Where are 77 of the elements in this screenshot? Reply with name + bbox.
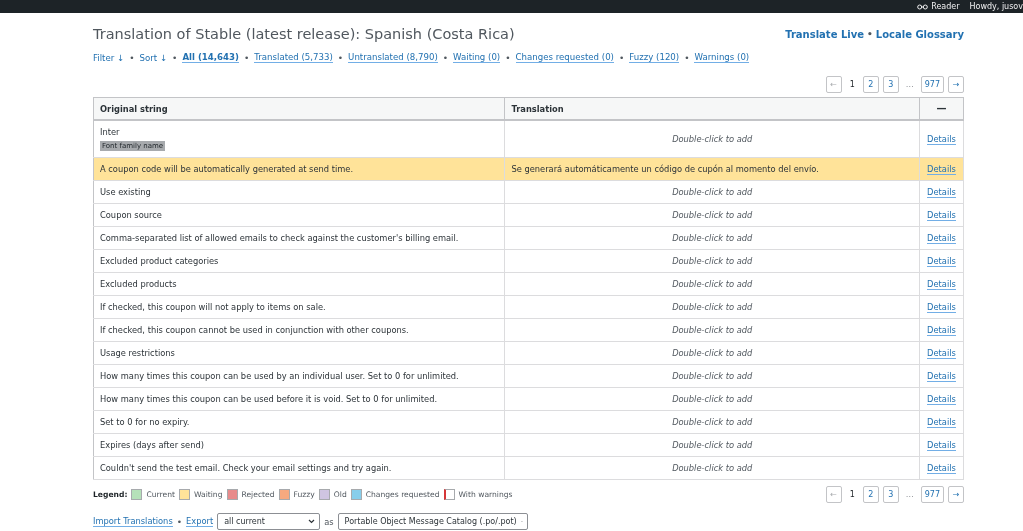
original-string: Usage restrictions	[100, 348, 176, 358]
page-button[interactable]: 977	[920, 486, 944, 503]
separator-dot: •	[243, 52, 250, 63]
status-count-link[interactable]: Fuzzy (120)	[629, 52, 680, 63]
dropdown-link[interactable]: Sort ↓	[139, 52, 168, 63]
current-page: 1	[848, 490, 856, 499]
original-string: Inter	[100, 127, 121, 137]
original-string: Comma-separated list of allowed emails to check against the customer's billing email.	[100, 233, 460, 243]
add-translation-hint: Double-click to add	[671, 371, 754, 381]
page-button[interactable]: 3	[882, 76, 899, 93]
header-link[interactable]: Locale Glossary	[875, 28, 964, 40]
next-page-button[interactable]: →	[948, 486, 964, 503]
original-string: Coupon source	[100, 210, 163, 220]
status-count-link[interactable]: Waiting (0)	[453, 52, 501, 63]
reader-link[interactable]: Reader	[917, 2, 960, 11]
status-count-link[interactable]: Translated (5,733)	[254, 52, 333, 63]
import-link[interactable]: Import Translations	[93, 516, 173, 527]
status-count-link[interactable]: Warnings (0)	[694, 52, 750, 63]
separator-dot: •	[337, 52, 344, 63]
original-string: Use existing	[100, 187, 152, 197]
add-translation-hint: Double-click to add	[671, 279, 754, 289]
add-translation-hint: Double-click to add	[671, 348, 754, 358]
original-string: How many times this coupon can be used before it is void. Set to 0 for unlimited.	[100, 394, 439, 404]
separator-dot: •	[684, 52, 690, 63]
page-button[interactable]: 977	[920, 76, 944, 93]
page-title: Translation of Stable (latest release): Spanish (Costa Rica)	[93, 26, 515, 42]
page-button[interactable]: 2	[862, 486, 879, 503]
reader-label[interactable]: Reader	[931, 2, 960, 11]
original-string: How many times this coupon can be used by an individual user. Set to 0 for unlimited.	[100, 371, 460, 381]
format-select[interactable]: Portable Object Message Catalog (.po/.pot)	[337, 513, 528, 530]
separator-dot: •	[442, 52, 449, 63]
next-page-button[interactable]: →	[948, 76, 964, 93]
add-translation-hint: Double-click to add	[671, 302, 754, 312]
translation-text: Se generará automáticamente un código de cupón al momento del envío.	[511, 164, 820, 174]
page-button[interactable]: 2	[862, 76, 879, 93]
status-count-link[interactable]: Untranslated (8,790)	[348, 52, 438, 63]
user-greeting[interactable]: Howdy, jusov	[969, 2, 1023, 11]
status-count-link[interactable]: Changes requested (0)	[515, 52, 614, 63]
details-link[interactable]: Details	[927, 134, 956, 145]
separator-dot: •	[505, 52, 511, 63]
glasses-icon	[917, 3, 929, 10]
status-count-link[interactable]: All (14,643)	[182, 52, 239, 63]
add-translation-hint: Double-click to add	[671, 463, 754, 473]
add-translation-hint: Double-click to add	[671, 256, 754, 266]
original-string: Excluded products	[100, 279, 178, 289]
original-string: If checked, this coupon will not apply to items on sale.	[100, 302, 327, 312]
original-string: Couldn't send the test email. Check your email settings and try again.	[100, 463, 393, 473]
column-header: —	[919, 97, 964, 120]
separator-dot: •	[867, 29, 873, 39]
original-string: A coupon code will be automatically generated at send time.	[100, 164, 355, 174]
original-string: Set to 0 for no expiry.	[100, 417, 191, 427]
dropdown-link[interactable]: Filter ↓	[93, 52, 125, 63]
header-link[interactable]: Translate Live	[785, 28, 864, 40]
as-label: as	[324, 516, 334, 527]
original-string: If checked, this coupon cannot be used in conjunction with other coupons.	[100, 325, 410, 335]
current-page: 1	[848, 80, 856, 89]
separator-dot: •	[619, 52, 625, 63]
add-translation-hint: Double-click to add	[671, 187, 754, 197]
ellipsis: …	[904, 490, 915, 499]
column-header: Original string	[93, 97, 505, 120]
page-button[interactable]: 3	[882, 486, 899, 503]
ellipsis: …	[904, 80, 915, 89]
add-translation-hint: Double-click to add	[671, 325, 754, 335]
column-header: Translation	[504, 97, 920, 120]
add-translation-hint: Double-click to add	[671, 233, 754, 243]
original-string: Expires (days after send)	[100, 440, 205, 450]
separator-dot: •	[176, 516, 182, 527]
original-string: Excluded product categories	[100, 256, 220, 266]
add-translation-hint: Double-click to add	[671, 440, 754, 450]
export-filter-select[interactable]: all current	[217, 513, 321, 530]
separator-dot: •	[172, 52, 178, 63]
export-link[interactable]: Export	[186, 516, 214, 527]
add-translation-hint: Double-click to add	[671, 394, 754, 404]
add-translation-hint: Double-click to add	[671, 134, 754, 144]
separator-dot: •	[129, 52, 135, 63]
add-translation-hint: Double-click to add	[671, 210, 754, 220]
add-translation-hint: Double-click to add	[671, 417, 754, 427]
